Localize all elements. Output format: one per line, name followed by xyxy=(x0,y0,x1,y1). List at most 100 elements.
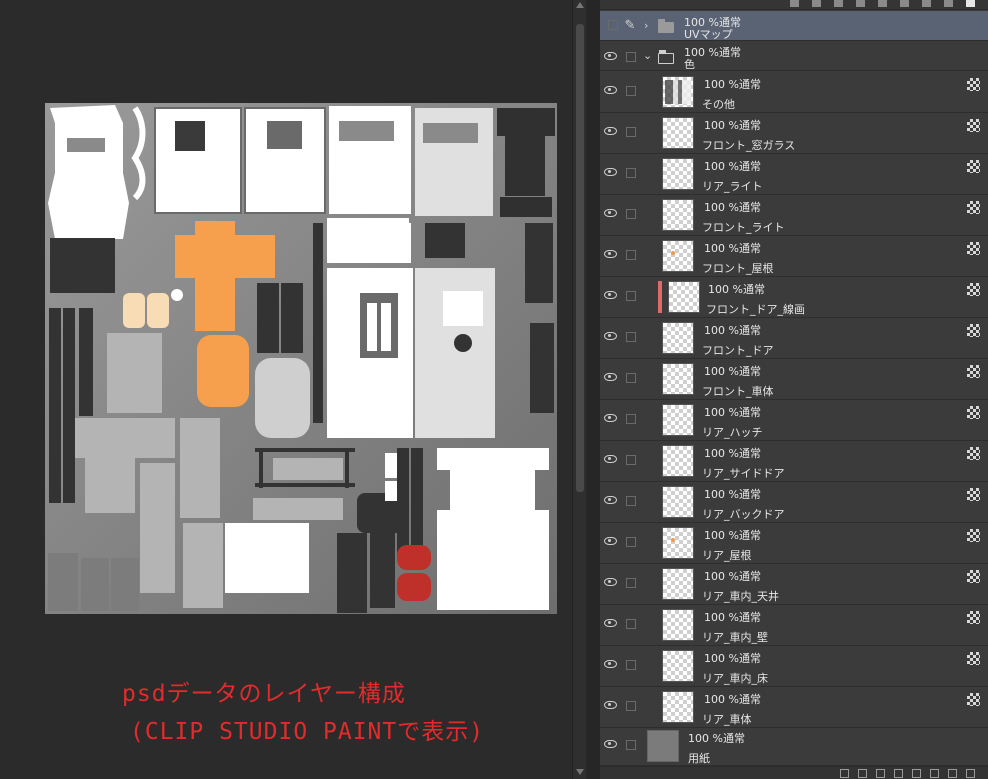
lock-checkbox[interactable] xyxy=(626,250,636,260)
chevron-down-icon[interactable]: ⌄ xyxy=(643,49,652,62)
layer-row[interactable]: 100 %通常 フロント_ライト xyxy=(600,195,988,236)
mask-icon[interactable] xyxy=(967,529,980,542)
layer-folder-uv-map[interactable]: ✎ › 100 %通常 UVマップ xyxy=(600,11,988,41)
eye-icon[interactable] xyxy=(604,496,617,504)
footer-icon[interactable] xyxy=(948,769,957,778)
eye-icon[interactable] xyxy=(604,660,617,668)
mask-icon[interactable] xyxy=(967,488,980,501)
eye-icon[interactable] xyxy=(604,250,617,258)
footer-icon[interactable] xyxy=(894,769,903,778)
eye-icon[interactable] xyxy=(604,578,617,586)
mask-icon[interactable] xyxy=(967,652,980,665)
eye-icon[interactable] xyxy=(604,332,617,340)
eye-icon[interactable] xyxy=(604,414,617,422)
scrollbar-thumb[interactable] xyxy=(576,24,584,492)
mask-icon[interactable] xyxy=(967,201,980,214)
lock-checkbox[interactable] xyxy=(626,619,636,629)
eye-icon[interactable] xyxy=(604,127,617,135)
lock-checkbox[interactable] xyxy=(626,86,636,96)
toolbar-icon[interactable] xyxy=(900,0,909,7)
chevron-right-icon[interactable]: › xyxy=(644,19,648,32)
toolbar-icon[interactable] xyxy=(878,0,887,7)
visibility-checkbox[interactable] xyxy=(608,20,618,30)
mask-icon[interactable] xyxy=(967,406,980,419)
mask-icon[interactable] xyxy=(967,78,980,91)
eye-icon[interactable] xyxy=(604,537,617,545)
lock-checkbox[interactable] xyxy=(626,740,636,750)
layer-row[interactable]: 100 %通常 リア_車内_天井 xyxy=(600,564,988,605)
lock-checkbox[interactable] xyxy=(626,291,636,301)
layer-name: 用紙 xyxy=(688,752,710,765)
mask-icon[interactable] xyxy=(967,570,980,583)
eye-icon[interactable] xyxy=(604,168,617,176)
eye-icon[interactable] xyxy=(604,209,617,217)
toolbar-icon[interactable] xyxy=(922,0,931,7)
scroll-up-arrow-icon[interactable] xyxy=(576,2,584,8)
lock-checkbox[interactable] xyxy=(626,52,636,62)
layer-name: フロント_ドア_線画 xyxy=(706,303,805,316)
layer-row[interactable]: 100 %通常 リア_車体 xyxy=(600,687,988,728)
layer-row[interactable]: 100 %通常 フロント_屋根 xyxy=(600,236,988,277)
footer-icon[interactable] xyxy=(966,769,975,778)
layer-row[interactable]: 100 %通常 その他 xyxy=(600,72,988,113)
eye-icon[interactable] xyxy=(604,52,617,60)
footer-icon[interactable] xyxy=(876,769,885,778)
mask-icon[interactable] xyxy=(967,447,980,460)
layer-row[interactable]: 100 %通常 リア_バックドア xyxy=(600,482,988,523)
toolbar-icon[interactable] xyxy=(790,0,799,7)
canvas-area[interactable]: psdデータのレイヤー構成 (CLIP STUDIO PAINTで表示) xyxy=(0,0,572,779)
lock-checkbox[interactable] xyxy=(626,414,636,424)
eye-icon[interactable] xyxy=(604,619,617,627)
eye-icon[interactable] xyxy=(604,740,617,748)
mask-icon[interactable] xyxy=(967,693,980,706)
footer-icon[interactable] xyxy=(930,769,939,778)
lock-checkbox[interactable] xyxy=(626,537,636,547)
layer-paper[interactable]: 100 %通常 用紙 xyxy=(600,726,988,766)
lock-checkbox[interactable] xyxy=(626,660,636,670)
layer-row[interactable]: 100 %通常 リア_サイドドア xyxy=(600,441,988,482)
lock-checkbox[interactable] xyxy=(626,455,636,465)
layer-row[interactable]: 100 %通常 フロント_窓ガラス xyxy=(600,113,988,154)
lock-checkbox[interactable] xyxy=(626,332,636,342)
eye-icon[interactable] xyxy=(604,455,617,463)
mask-icon[interactable] xyxy=(967,365,980,378)
eye-icon[interactable] xyxy=(604,701,617,709)
lock-checkbox[interactable] xyxy=(626,496,636,506)
footer-icon[interactable] xyxy=(858,769,867,778)
lock-checkbox[interactable] xyxy=(626,209,636,219)
eye-icon[interactable] xyxy=(604,291,617,299)
eye-icon[interactable] xyxy=(604,373,617,381)
scroll-down-arrow-icon[interactable] xyxy=(576,769,584,775)
lock-checkbox[interactable] xyxy=(626,701,636,711)
layer-row[interactable]: 100 %通常 リア_ハッチ xyxy=(600,400,988,441)
layer-row[interactable]: 100 %通常 リア_ライト xyxy=(600,154,988,195)
lock-checkbox[interactable] xyxy=(626,127,636,137)
panel-divider[interactable] xyxy=(586,0,600,779)
footer-icon[interactable] xyxy=(912,769,921,778)
mask-icon[interactable] xyxy=(967,283,980,296)
footer-icon[interactable] xyxy=(840,769,849,778)
layer-row[interactable]: 100 %通常 フロント_ドア_線画 xyxy=(600,277,988,318)
toolbar-icon[interactable] xyxy=(856,0,865,7)
canvas-vertical-scrollbar[interactable] xyxy=(572,0,586,779)
mask-icon[interactable] xyxy=(967,242,980,255)
toolbar-icon[interactable] xyxy=(966,0,975,7)
mask-icon[interactable] xyxy=(967,119,980,132)
layer-row[interactable]: 100 %通常 フロント_車体 xyxy=(600,359,988,400)
layer-folder-color[interactable]: ⌄ 100 %通常 色 xyxy=(600,42,988,71)
lock-checkbox[interactable] xyxy=(626,168,636,178)
toolbar-icon[interactable] xyxy=(812,0,821,7)
toolbar-icon[interactable] xyxy=(834,0,843,7)
mask-icon[interactable] xyxy=(967,160,980,173)
layer-row[interactable]: 100 %通常 リア_車内_床 xyxy=(600,646,988,687)
uv-map-texture[interactable] xyxy=(45,103,557,614)
lock-checkbox[interactable] xyxy=(626,578,636,588)
layer-row[interactable]: 100 %通常 リア_車内_壁 xyxy=(600,605,988,646)
layer-row[interactable]: 100 %通常 フロント_ドア xyxy=(600,318,988,359)
mask-icon[interactable] xyxy=(967,611,980,624)
lock-checkbox[interactable] xyxy=(626,373,636,383)
eye-icon[interactable] xyxy=(604,86,617,94)
layer-row[interactable]: 100 %通常 リア_屋根 xyxy=(600,523,988,564)
toolbar-icon[interactable] xyxy=(944,0,953,7)
mask-icon[interactable] xyxy=(967,324,980,337)
